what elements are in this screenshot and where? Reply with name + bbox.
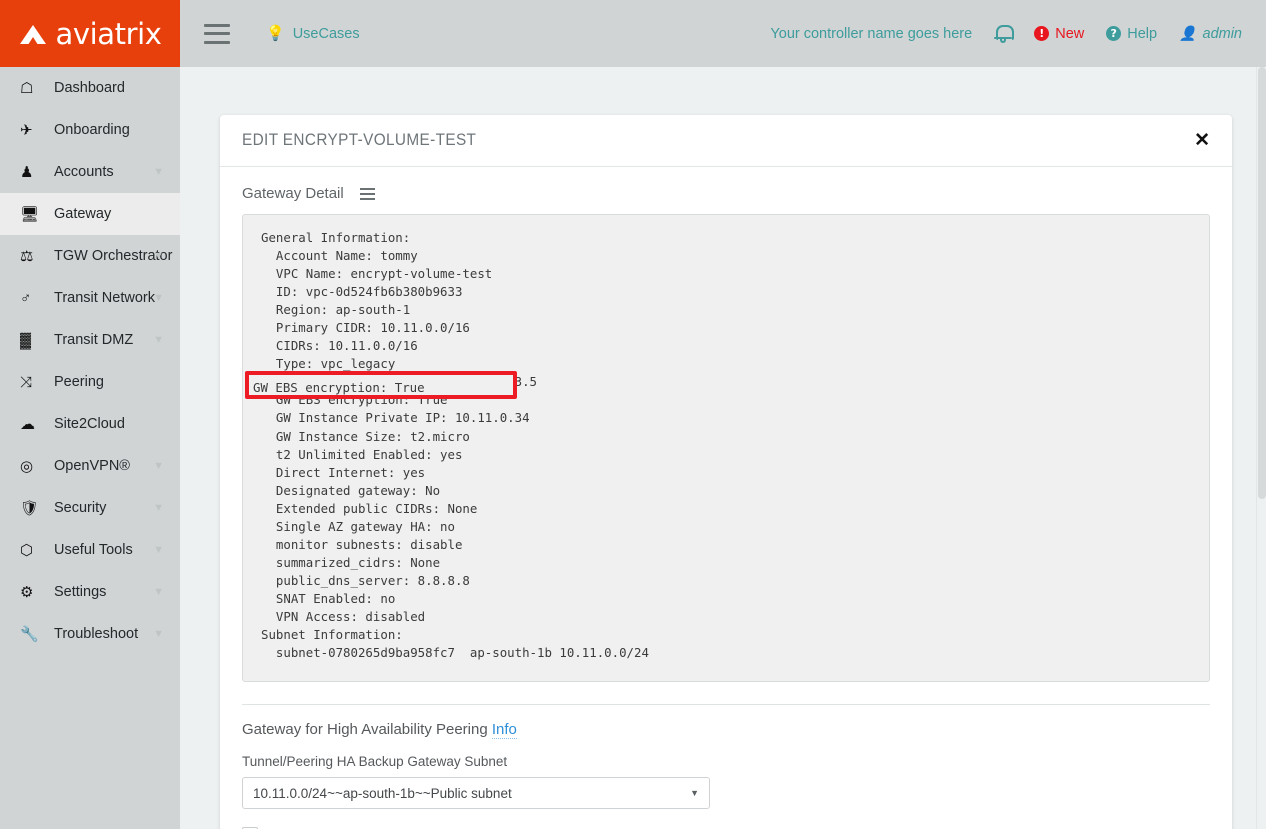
gateway-detail-section-header: Gateway Detail [242,185,1210,202]
sidebar-item-label: Accounts [54,164,114,180]
new-notification-button[interactable]: ! New [1034,26,1084,42]
sidebar-item-label: Useful Tools [54,542,133,558]
list-icon[interactable] [360,188,375,200]
edit-gateway-modal: EDIT ENCRYPT-VOLUME-TEST ✕ Gateway Detai… [220,115,1232,829]
controller-name: Your controller name goes here [770,26,972,42]
vertical-scrollbar[interactable] [1256,67,1266,829]
admin-label: admin [1203,26,1243,42]
chevron-down-icon: ▼ [153,628,164,640]
home-icon: ☖ [20,81,46,96]
help-label: Help [1127,26,1157,42]
aviatrix-logo[interactable]: aviatrix [0,0,180,67]
info-link[interactable]: Info [492,721,517,739]
firewall-icon: ▓ [20,333,46,348]
sidebar-item-label: Settings [54,584,106,600]
chevron-down-icon: ▼ [153,586,164,598]
sidebar-item-settings[interactable]: ⚙ Settings ▼ [0,571,180,613]
section-title: Gateway Detail [242,185,344,202]
chevron-down-icon: ▼ [153,292,164,304]
usecases-link[interactable]: 💡 UseCases [266,26,360,42]
sidebar-item-peering[interactable]: ⤨ Peering [0,361,180,403]
sidebar-item-dashboard[interactable]: ☖ Dashboard [0,67,180,109]
tower-icon: ⚖ [20,249,46,264]
help-button[interactable]: ? Help [1106,26,1157,42]
sidebar-item-label: Peering [54,374,104,390]
sidebar-item-accounts[interactable]: ♟ Accounts ▼ [0,151,180,193]
chevron-down-icon: ▼ [153,460,164,472]
new-label: New [1055,26,1084,42]
admin-menu[interactable]: 👤 admin [1179,25,1242,42]
chevron-down-icon: ▼ [153,166,164,178]
main-content-area: EDIT ENCRYPT-VOLUME-TEST ✕ Gateway Detai… [180,67,1266,829]
bell-icon[interactable] [994,24,1012,44]
sidebar-item-label: OpenVPN® [54,458,130,474]
shuffle-icon: ⤨ [20,375,46,390]
hamburger-icon[interactable] [204,24,230,44]
header-right-group: Your controller name goes here ! New ? H… [770,24,1242,44]
top-header-bar: aviatrix 💡 UseCases Your controller name… [0,0,1266,67]
sidebar-nav: ☖ Dashboard ✈ Onboarding ♟ Accounts ▼ 🖥 … [0,67,180,829]
ebs-encryption-highlight-text: GW EBS encryption: True [253,379,425,397]
plane-icon: ✈ [20,123,46,138]
section-divider [242,704,1210,705]
chevron-down-icon: ▼ [690,788,699,798]
sidebar-item-useful-tools[interactable]: ⬡ Useful Tools ▼ [0,529,180,571]
sidebar-item-site2cloud[interactable]: ☁ Site2Cloud [0,403,180,445]
wrench-icon: 🔧 [20,627,46,642]
sidebar-item-label: Troubleshoot [54,626,138,642]
ha-peering-section-title: Gateway for High Availability Peering In… [242,721,1210,738]
lightbulb-icon: 💡 [266,26,285,41]
usecases-label: UseCases [293,26,360,42]
sidebar-item-onboarding[interactable]: ✈ Onboarding [0,109,180,151]
cloud-icon: ☁ [20,417,46,432]
sidebar-item-label: Gateway [54,206,111,222]
modal-header: EDIT ENCRYPT-VOLUME-TEST ✕ [220,115,1232,167]
modal-body: Gateway Detail General Information: Acco… [220,167,1232,829]
user-icon: 👤 [1179,25,1196,42]
sidebar-item-label: Transit DMZ [54,332,133,348]
sidebar-item-tgw-orchestrator[interactable]: ⚖ TGW Orchestrator ▼ [0,235,180,277]
sidebar-item-troubleshoot[interactable]: 🔧 Troubleshoot ▼ [0,613,180,655]
chevron-down-icon: ▼ [153,250,164,262]
cube-icon: ⬡ [20,543,46,558]
chevron-down-icon: ▼ [153,334,164,346]
sidebar-item-label: Site2Cloud [54,416,125,432]
sidebar-item-transit-dmz[interactable]: ▓ Transit DMZ ▼ [0,319,180,361]
backup-subnet-selected-value: 10.11.0.0/24~~ap-south-1b~~Public subnet [253,786,512,801]
sidebar-item-label: Dashboard [54,80,125,96]
logo-text: aviatrix [55,17,161,51]
backup-gateway-subnet-select[interactable]: 10.11.0.0/24~~ap-south-1b~~Public subnet… [242,777,710,809]
ha-peering-title-text: Gateway for High Availability Peering [242,721,488,738]
scrollbar-thumb[interactable] [1258,67,1266,499]
gateway-detail-text: General Information: Account Name: tommy… [261,229,1191,662]
exclamation-circle-icon: ! [1034,26,1049,41]
gateway-detail-panel: General Information: Account Name: tommy… [242,214,1210,682]
sidebar-item-label: Transit Network [54,290,155,306]
page-title: EDIT ENCRYPT-VOLUME-TEST [242,131,476,150]
backup-subnet-label: Tunnel/Peering HA Backup Gateway Subnet [242,754,1210,769]
signal-icon: ◎ [20,459,46,474]
sidebar-item-transit-network[interactable]: ♂ Transit Network ▼ [0,277,180,319]
logo-chevron-icon [18,21,48,47]
sidebar-item-label: Security [54,500,106,516]
sidebar-item-security[interactable]: 🛡 Security ▼ [0,487,180,529]
users-icon: ♟ [20,165,46,180]
chevron-down-icon: ▼ [153,544,164,556]
question-circle-icon: ? [1106,26,1121,41]
shield-icon: 🛡 [20,501,46,516]
sidebar-item-label: Onboarding [54,122,130,138]
ebs-encryption-highlight-box: GW EBS encryption: True [245,371,517,399]
gear-icon: ⚙ [20,585,46,600]
sidebar-item-openvpn[interactable]: ◎ OpenVPN® ▼ [0,445,180,487]
close-icon[interactable]: ✕ [1194,131,1210,150]
network-icon: ♂ [20,291,46,306]
chevron-down-icon: ▼ [153,502,164,514]
monitor-icon: 🖥 [20,207,46,222]
sidebar-item-gateway[interactable]: 🖥 Gateway [0,193,180,235]
